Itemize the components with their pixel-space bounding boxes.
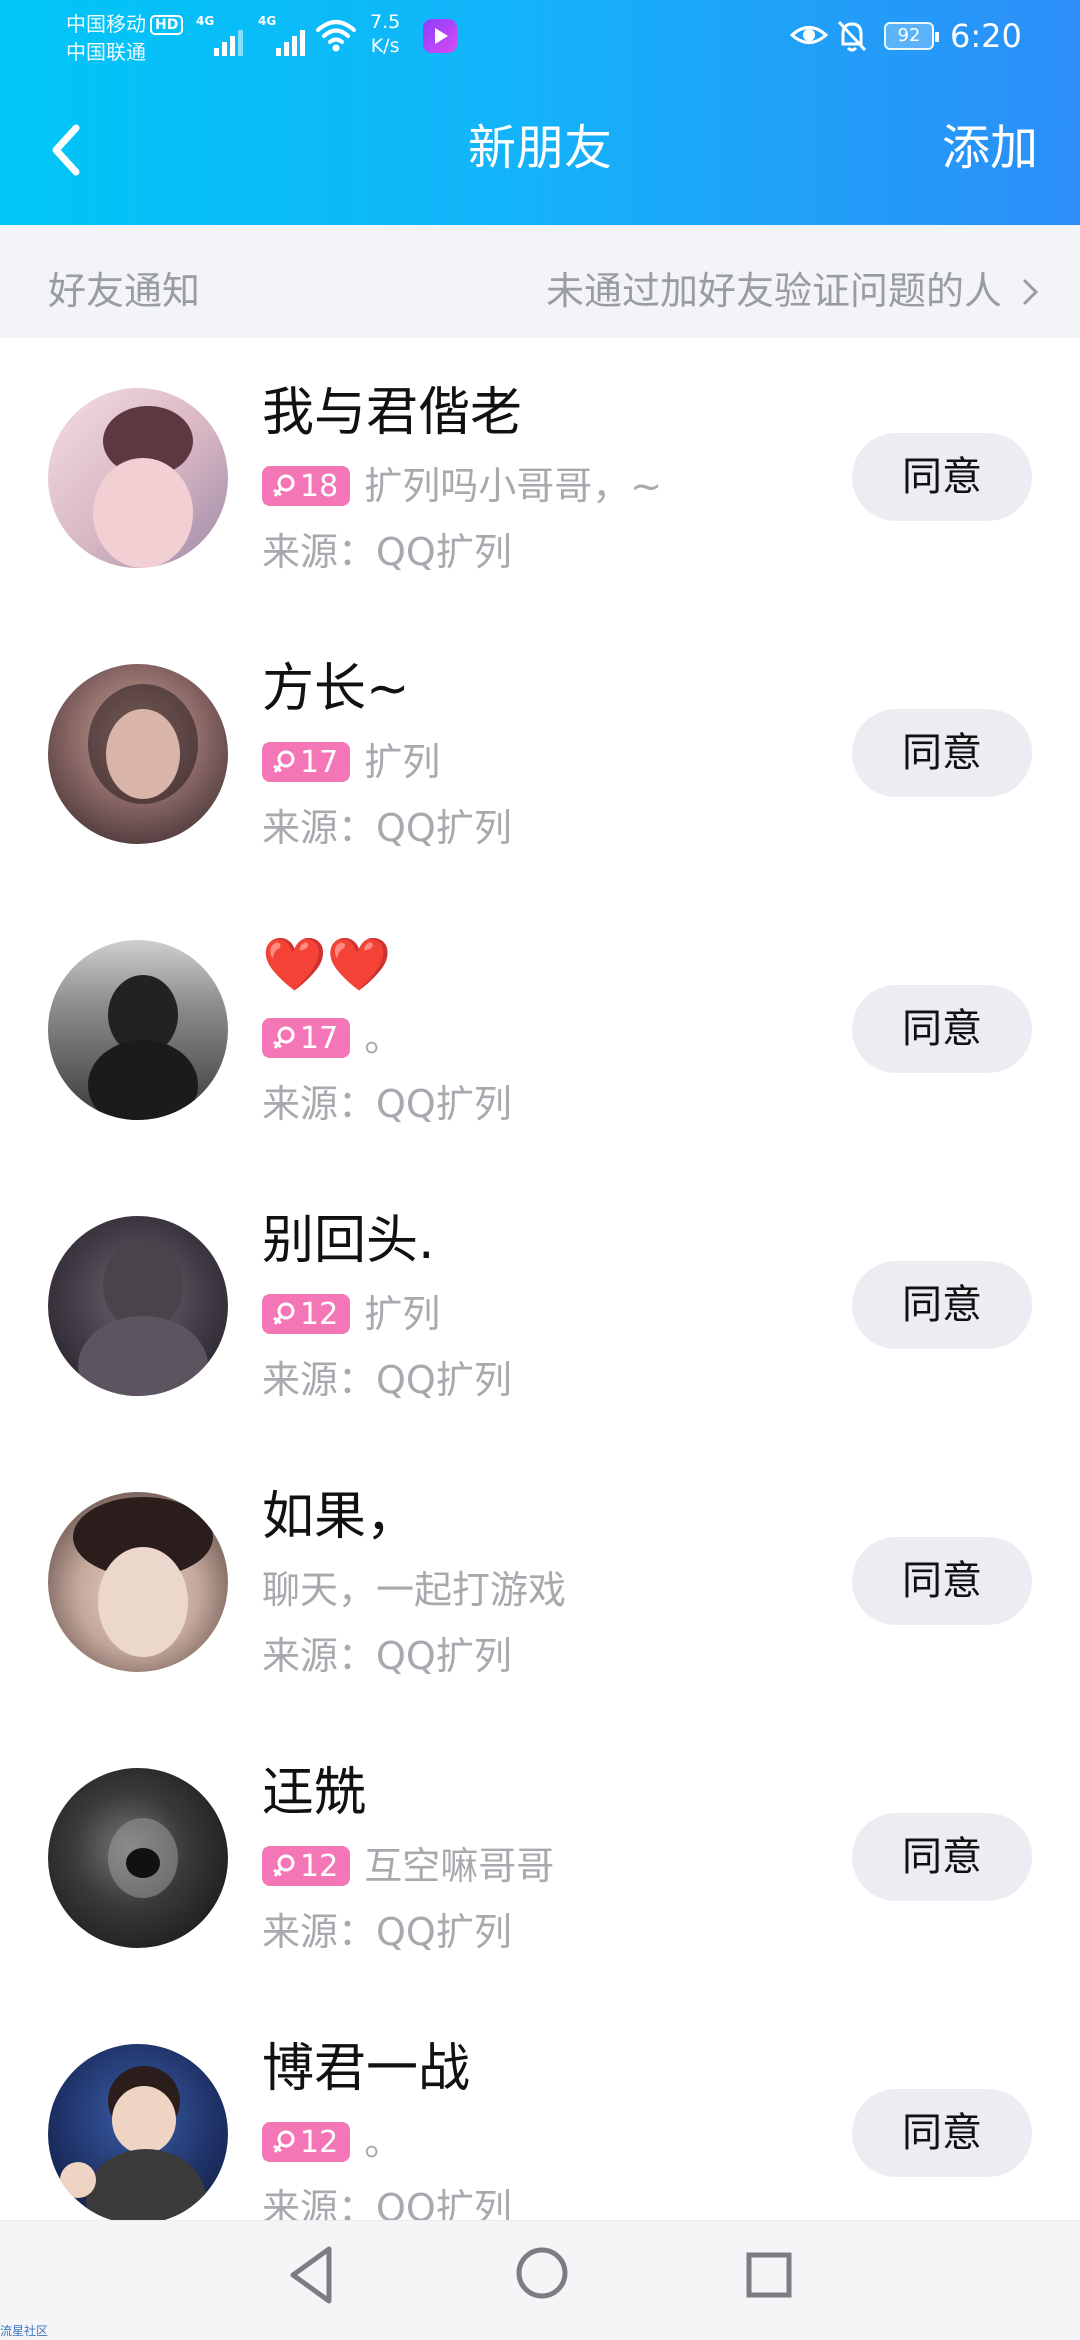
request-name: 别回头. <box>262 1211 435 1271</box>
request-name: 迋兟 <box>262 1763 367 1823</box>
agree-button[interactable]: 同意 <box>852 1537 1032 1625</box>
avatar[interactable] <box>48 1216 228 1396</box>
eye-icon <box>790 26 828 44</box>
nav-recent-icon[interactable] <box>745 2251 793 2299</box>
wifi-icon <box>316 20 356 52</box>
female-icon <box>273 1026 295 1049</box>
nav-home-icon[interactable] <box>514 2245 570 2301</box>
chevron-right-icon <box>1023 279 1039 305</box>
request-name: 如果， <box>262 1487 419 1547</box>
request-source: 来源：QQ扩列 <box>262 530 512 574</box>
request-meta: 聊天，一起打游戏 <box>262 1566 566 1614</box>
request-name: ❤️❤️ <box>262 935 392 995</box>
request-source: 来源：QQ扩列 <box>262 1358 512 1402</box>
request-name: 博君一战 <box>262 2039 471 2099</box>
agree-button[interactable]: 同意 <box>852 1813 1032 1901</box>
avatar[interactable] <box>48 2044 228 2224</box>
unverified-requests-link[interactable]: 未通过加好友验证问题的人 <box>546 265 1002 317</box>
add-friend-button[interactable]: 添加 <box>942 115 1038 181</box>
agree-button[interactable]: 同意 <box>852 1261 1032 1349</box>
clock: 6:20 <box>950 17 1022 55</box>
request-message: 互空嘛哥哥 <box>364 1844 555 1888</box>
avatar[interactable] <box>48 664 228 844</box>
female-icon <box>273 750 295 773</box>
agree-button[interactable]: 同意 <box>852 433 1032 521</box>
list-item[interactable]: 我与君偕老 18 扩列吗小哥哥，~ 来源：QQ扩列 同意 <box>0 338 1080 614</box>
female-icon <box>273 1302 295 1325</box>
agree-button[interactable]: 同意 <box>852 709 1032 797</box>
request-meta: 12 互空嘛哥哥 <box>262 1842 554 1890</box>
avatar[interactable] <box>48 388 228 568</box>
carrier-info: 中国移动 HD 中国联通 <box>66 10 184 66</box>
request-message: 扩列 <box>364 740 441 784</box>
request-message: 扩列 <box>364 1292 441 1336</box>
request-message: 聊天，一起打游戏 <box>262 1568 567 1612</box>
carrier-2: 中国联通 <box>66 40 146 64</box>
list-item[interactable]: 别回头. 12 扩列 来源：QQ扩列 同意 <box>0 1166 1080 1442</box>
request-message: 。 <box>364 2120 403 2164</box>
request-meta: 18 扩列吗小哥哥，~ <box>262 462 662 510</box>
avatar[interactable] <box>48 940 228 1120</box>
female-icon <box>273 1854 295 1877</box>
network-speed: 7.5 K/s <box>370 11 401 57</box>
watermark: 流星社区 <box>0 2324 49 2338</box>
request-meta: 12 扩列 <box>262 1290 440 1338</box>
request-source: 来源：QQ扩列 <box>262 806 512 850</box>
header-bar: 中国移动 HD 中国联通 4G 4G 7.5 K/s 92 6:20 新朋友 添… <box>0 0 1080 225</box>
request-message: 扩列吗小哥哥，~ <box>364 464 663 508</box>
age-badge: 12 <box>262 1294 351 1334</box>
age-badge: 17 <box>262 1018 351 1058</box>
friend-notice-bar[interactable]: 好友通知 未通过加好友验证问题的人 <box>0 225 1080 338</box>
bell-mute-icon <box>837 20 867 52</box>
list-item[interactable]: ❤️❤️ 17 。 来源：QQ扩列 同意 <box>0 890 1080 1166</box>
hd-badge: HD <box>150 15 184 35</box>
list-item[interactable]: 如果， 聊天，一起打游戏 来源：QQ扩列 同意 <box>0 1442 1080 1718</box>
system-nav-bar <box>0 2220 1080 2340</box>
status-bar: 中国移动 HD 中国联通 4G 4G 7.5 K/s 92 6:20 <box>0 0 1080 75</box>
signal-2-icon: 4G <box>258 14 305 56</box>
video-app-icon <box>423 19 457 53</box>
request-name: 方长~ <box>262 659 410 719</box>
battery-indicator: 92 <box>884 22 939 50</box>
avatar[interactable] <box>48 1492 228 1672</box>
age-badge: 18 <box>262 466 351 506</box>
request-meta: 12 。 <box>262 2118 402 2166</box>
page-title: 新朋友 <box>467 120 612 176</box>
agree-button[interactable]: 同意 <box>852 985 1032 1073</box>
request-meta: 17 。 <box>262 1014 402 1062</box>
age-badge: 17 <box>262 742 351 782</box>
signal-1-icon: 4G <box>196 14 243 56</box>
request-message: 。 <box>364 1016 403 1060</box>
avatar[interactable] <box>48 1768 228 1948</box>
section-title: 好友通知 <box>48 269 201 313</box>
request-name: 我与君偕老 <box>262 383 523 443</box>
carrier-1: 中国移动 <box>66 12 146 36</box>
age-badge: 12 <box>262 1846 351 1886</box>
nav-back-icon[interactable] <box>285 2243 339 2307</box>
request-source: 来源：QQ扩列 <box>262 1634 512 1678</box>
request-meta: 17 扩列 <box>262 738 440 786</box>
request-source: 来源：QQ扩列 <box>262 1910 512 1954</box>
list-item[interactable]: 方长~ 17 扩列 来源：QQ扩列 同意 <box>0 614 1080 890</box>
female-icon <box>273 474 295 497</box>
request-source: 来源：QQ扩列 <box>262 1082 512 1126</box>
age-badge: 12 <box>262 2122 351 2162</box>
agree-button[interactable]: 同意 <box>852 2089 1032 2177</box>
female-icon <box>273 2130 295 2153</box>
list-item[interactable]: 迋兟 12 互空嘛哥哥 来源：QQ扩列 同意 <box>0 1718 1080 1994</box>
